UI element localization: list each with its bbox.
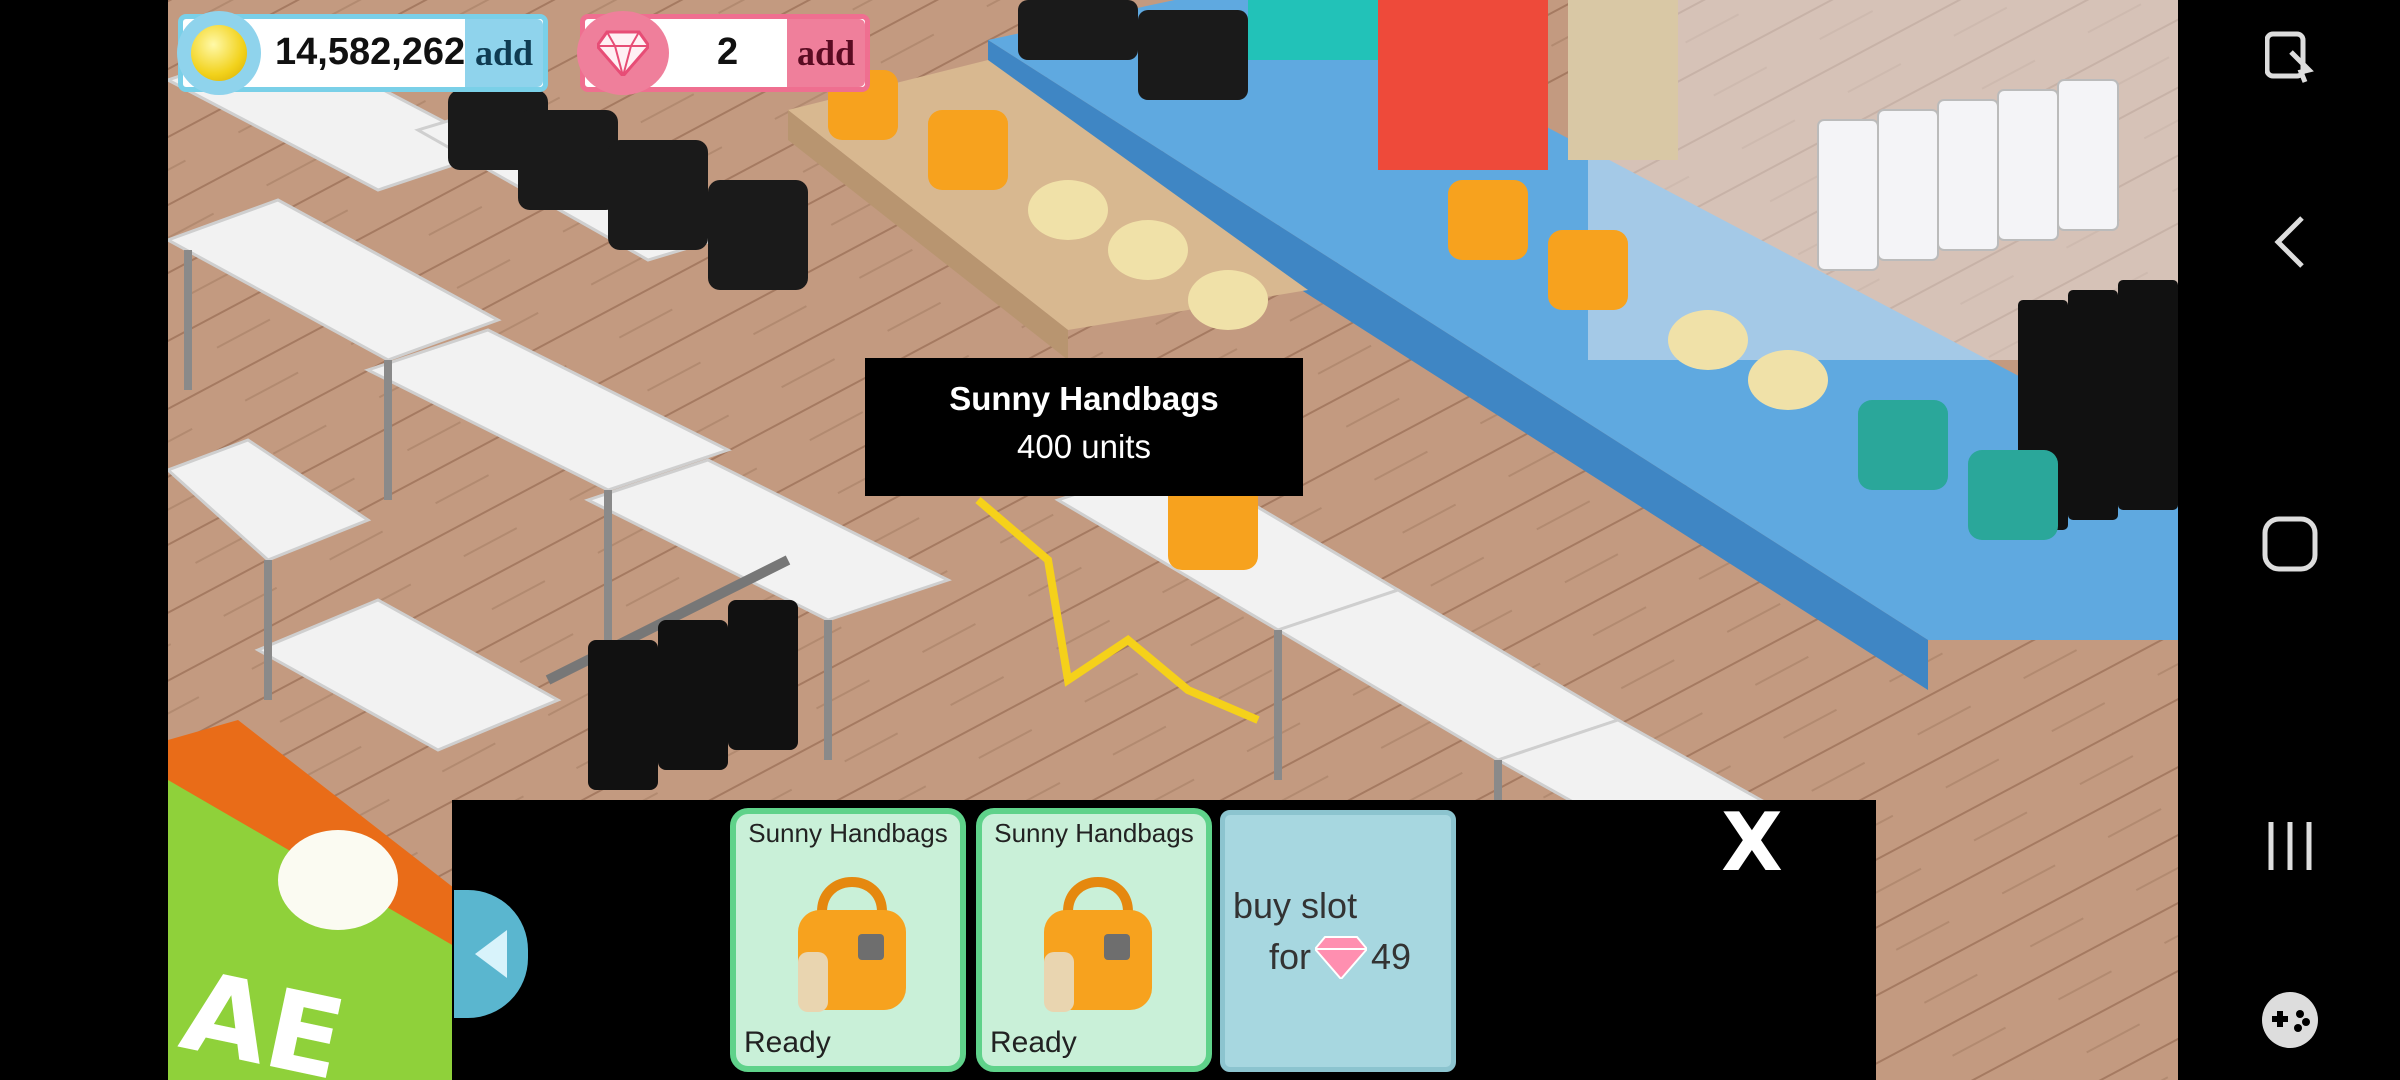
buy-slot-for-label: for: [1269, 936, 1312, 977]
tooltip-subtitle: 400 units: [1017, 428, 1151, 465]
handbag-icon: [1044, 877, 1152, 1012]
buy-slot-button[interactable]: buy slot for 49: [1220, 810, 1456, 1072]
home-icon[interactable]: [2234, 488, 2346, 600]
tooltip-title: Sunny Handbags: [949, 380, 1219, 417]
production-panel: X Sunny Handbags Ready Sunny Handbags Re…: [452, 800, 1876, 1080]
slot-item-name: Sunny Handbags: [748, 818, 948, 848]
buy-slot-label: buy slot: [1233, 885, 1358, 926]
buy-slot-price-value: 49: [1371, 936, 1412, 977]
coin-icon: [177, 11, 261, 95]
add-gems-button[interactable]: add: [786, 19, 865, 87]
handbag-icon: [798, 877, 906, 1012]
slot-item-name: Sunny Handbags: [994, 818, 1194, 848]
system-nav-bar: [2178, 0, 2400, 1080]
close-button[interactable]: X: [1712, 803, 1792, 883]
back-icon[interactable]: [2234, 186, 2346, 298]
coins-value: 14,582,262: [275, 31, 466, 73]
add-coins-button[interactable]: add: [464, 19, 543, 87]
game-viewport[interactable]: AE 14,582,262 add 2 add Sunny Handbags 4…: [168, 0, 2178, 1080]
production-slot[interactable]: Sunny Handbags Ready: [730, 808, 966, 1072]
slot-status: Ready: [744, 1026, 831, 1059]
coins-counter: 14,582,262 add: [177, 11, 548, 95]
recent-apps-icon[interactable]: [2234, 790, 2346, 902]
diamond-icon: [1315, 936, 1368, 979]
slot-status: Ready: [990, 1026, 1077, 1059]
gems-counter: 2 add: [577, 11, 870, 95]
triangle-left-icon: [475, 930, 507, 978]
screen-lock-icon[interactable]: [2234, 0, 2346, 112]
production-slot[interactable]: Sunny Handbags Ready: [976, 808, 1212, 1072]
gems-value: 2: [717, 31, 739, 73]
scroll-left-button[interactable]: [454, 890, 528, 1018]
game-controller-icon[interactable]: [2234, 964, 2346, 1076]
diamond-icon: [577, 11, 669, 95]
letterbox-left: [0, 0, 168, 1080]
buy-slot-price: for 49: [1269, 935, 1411, 979]
item-tooltip: Sunny Handbags 400 units: [865, 358, 1303, 496]
